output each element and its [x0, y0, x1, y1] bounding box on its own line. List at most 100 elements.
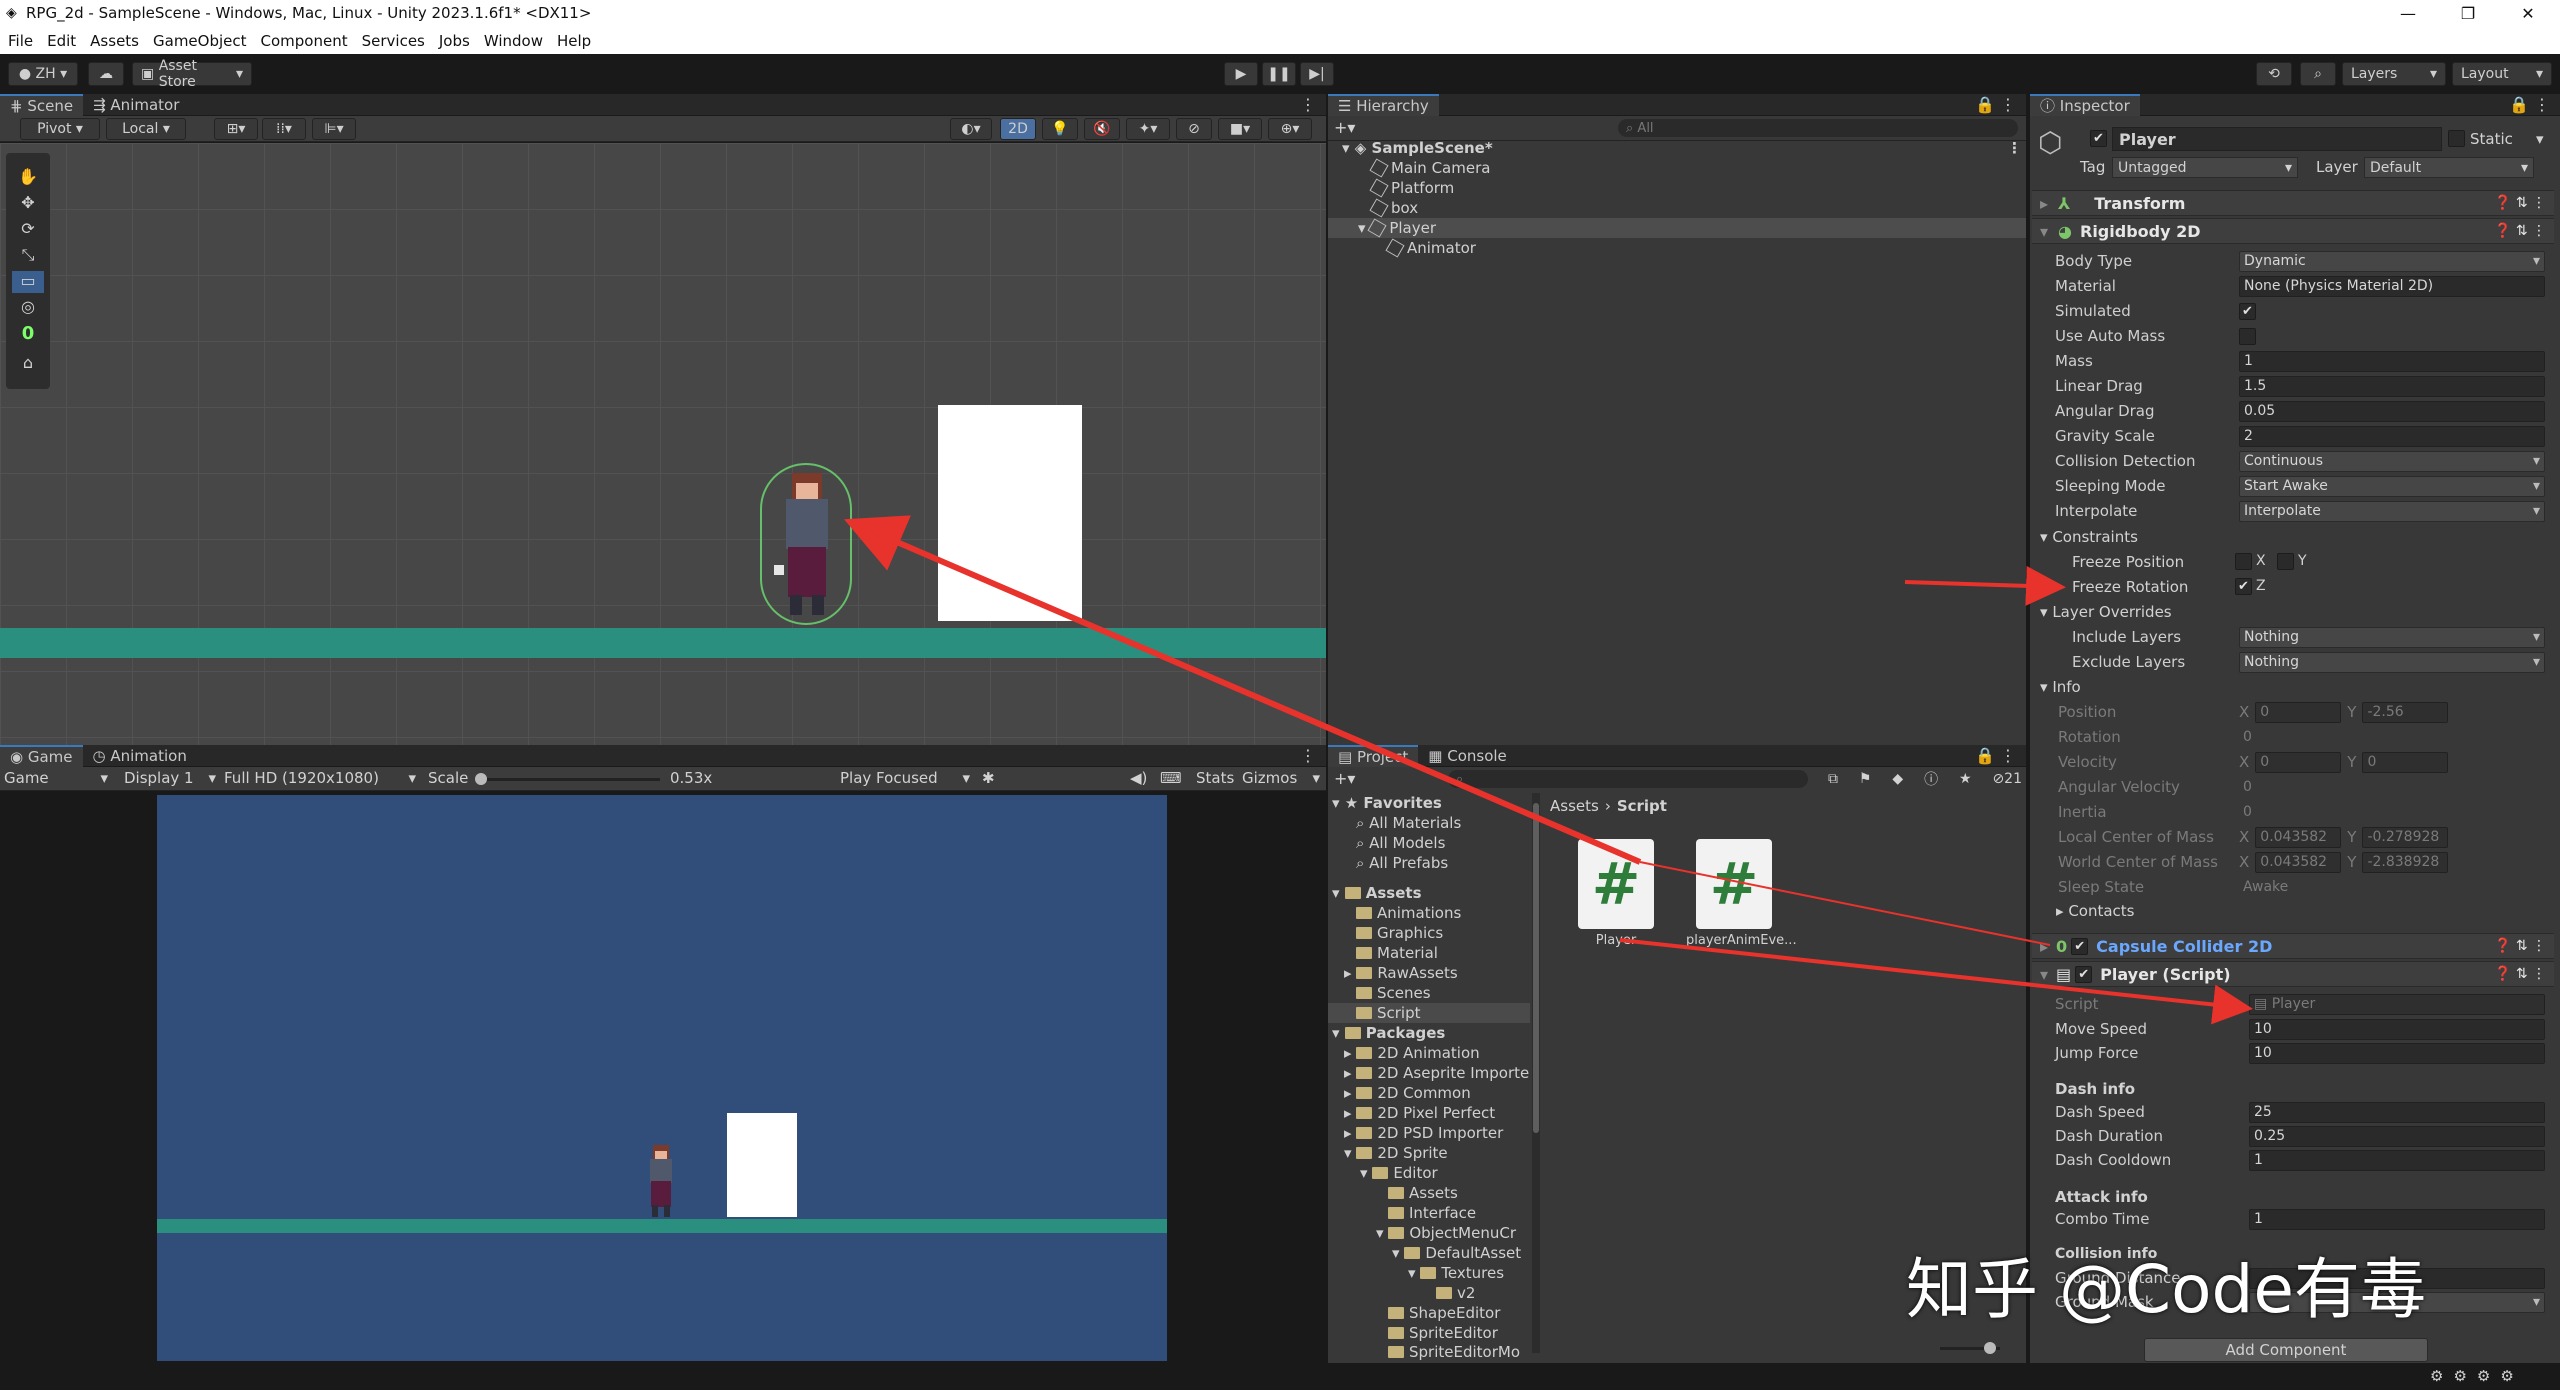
active-checkbox[interactable]: ✔	[2090, 130, 2107, 147]
game-mode-dropdown[interactable]: Game ▾	[4, 769, 108, 787]
folder-spriteeditor[interactable]: SpriteEditor	[1388, 1323, 1498, 1343]
camera-button[interactable]: ■▾	[1218, 118, 1262, 140]
tree-scrollbar[interactable]	[1532, 793, 1540, 1353]
filter-label-icon[interactable]: ⚑	[1859, 771, 1872, 787]
search-button[interactable]: ⌕	[2300, 62, 2336, 86]
hierarchy-search-input[interactable]: ⌕ All	[1618, 119, 2018, 137]
breadcrumb-assets[interactable]: Assets	[1550, 797, 1599, 815]
icon-size-slider[interactable]	[1940, 1342, 2000, 1354]
hand-tool-icon[interactable]: ✋	[12, 167, 44, 189]
menu-edit[interactable]: Edit	[47, 32, 76, 50]
toggle-2d-button[interactable]: 2D	[1000, 118, 1036, 140]
jump-force-field[interactable]: 10	[2249, 1042, 2545, 1064]
folder-shapeeditor[interactable]: ShapeEditor	[1388, 1303, 1500, 1323]
move-tool-icon[interactable]: ✥	[12, 193, 44, 215]
use-auto-mass-checkbox[interactable]	[2239, 327, 2256, 345]
chevron-down-icon[interactable]: ▾	[2536, 130, 2544, 148]
package-2d-psd-importer[interactable]: ▸ 2D PSD Importer	[1344, 1123, 1503, 1143]
tab-hierarchy[interactable]: ☰ Hierarchy	[1328, 93, 1439, 116]
folder-spriteeditormo[interactable]: SpriteEditorMo	[1388, 1343, 1520, 1361]
player-sprite[interactable]	[766, 469, 846, 619]
scene-root[interactable]: ▾ ◈ SampleScene* ⋮	[1342, 138, 2022, 158]
asset-player-script[interactable]: # Player	[1576, 839, 1656, 949]
play-button[interactable]: ▶	[1224, 62, 1258, 86]
align-button[interactable]: ⊫▾	[312, 118, 356, 140]
info-foldout[interactable]: ▾ Info	[2040, 678, 2081, 696]
menu-services[interactable]: Services	[362, 32, 425, 50]
component-menu-icons[interactable]: ❓ ⇅ ⋮	[2494, 223, 2546, 239]
play-focused-dropdown[interactable]: Play Focused ▾	[840, 769, 970, 787]
collision-detection-dropdown[interactable]: Continuous	[2239, 450, 2545, 472]
menu-help[interactable]: Help	[557, 32, 591, 50]
visibility-button[interactable]: ⊘	[1176, 118, 1212, 140]
mass-field[interactable]: 1	[2239, 350, 2545, 372]
capsule-collider-component-header[interactable]: ▸ 0 ✔ Capsule Collider 2D ❓ ⇅ ⋮	[2032, 933, 2554, 959]
menu-gameobject[interactable]: GameObject	[153, 32, 247, 50]
folder-rawassets[interactable]: ▸ RawAssets	[1344, 963, 1458, 983]
fav-all-materials[interactable]: ⌕ All Materials	[1356, 813, 1461, 833]
dash-speed-field[interactable]: 25	[2249, 1101, 2545, 1123]
asset-playeranimevents-script[interactable]: # playerAnimEve...	[1686, 839, 1797, 949]
gravity-scale-field[interactable]: 2	[2239, 425, 2545, 447]
box-sprite[interactable]	[938, 405, 1082, 621]
folder-scenes[interactable]: Scenes	[1356, 983, 1431, 1003]
component-menu-icons[interactable]: ❓ ⇅ ⋮	[2494, 966, 2546, 982]
folder-animations[interactable]: Animations	[1356, 903, 1461, 923]
history-button[interactable]: ⟲	[2256, 62, 2292, 86]
capsule-enabled-checkbox[interactable]: ✔	[2071, 937, 2089, 955]
tab-project[interactable]: ▤ Project	[1328, 744, 1419, 767]
simulated-checkbox[interactable]: ✔	[2239, 302, 2256, 320]
gizmos-dropdown[interactable]: Gizmos ▾	[1242, 769, 1320, 787]
combo-time-field[interactable]: 1	[2249, 1208, 2545, 1230]
audio-button[interactable]: 🔇	[1084, 118, 1120, 140]
linear-drag-field[interactable]: 1.5	[2239, 375, 2545, 397]
folder-graphics[interactable]: Graphics	[1356, 923, 1443, 943]
hierarchy-item-main-camera[interactable]: Main Camera	[1369, 158, 1490, 178]
bug-icon[interactable]: ✱	[982, 769, 995, 787]
packages-section[interactable]: ▾ Packages	[1332, 1023, 1445, 1043]
menu-jobs[interactable]: Jobs	[439, 32, 470, 50]
freeze-rotation-z-checkbox[interactable]: ✔	[2235, 578, 2252, 595]
folder-interface[interactable]: Interface	[1388, 1203, 1476, 1223]
tab-console[interactable]: ▦ Console	[1418, 745, 1517, 767]
hierarchy-item-platform[interactable]: Platform	[1369, 178, 1454, 198]
folder-script[interactable]: Script	[1328, 1003, 1530, 1023]
scale-slider-thumb[interactable]	[475, 773, 487, 785]
lighting-button[interactable]: 💡	[1042, 118, 1078, 140]
panel-menu-icon[interactable]: ⋮	[1300, 746, 1316, 765]
menu-window[interactable]: Window	[484, 32, 543, 50]
menu-component[interactable]: Component	[261, 32, 348, 50]
interpolate-dropdown[interactable]: Interpolate	[2239, 500, 2545, 522]
platform-sprite[interactable]	[0, 628, 1326, 658]
resolution-dropdown[interactable]: Full HD (1920x1080) ▾	[224, 769, 416, 787]
maximize-button[interactable]: ❐	[2442, 0, 2494, 28]
custom-tool-icon[interactable]: ⌂	[12, 353, 44, 375]
tab-inspector[interactable]: ⓘ Inspector	[2030, 93, 2140, 116]
tab-animator[interactable]: ⇶ Animator	[83, 94, 189, 116]
tab-scene[interactable]: ⋕ Scene	[0, 93, 84, 116]
shading-button[interactable]: ◐▾	[950, 118, 992, 140]
stats-button[interactable]: Stats	[1196, 769, 1234, 787]
mute-icon[interactable]: ◀)	[1130, 769, 1147, 787]
folder-editor-assets[interactable]: Assets	[1388, 1183, 1458, 1203]
keyboard-icon[interactable]: ⌨	[1160, 769, 1182, 787]
tag-dropdown[interactable]: Untagged ▾	[2112, 157, 2298, 178]
gizmos-button[interactable]: ⊕▾	[1268, 118, 1312, 140]
static-checkbox[interactable]	[2448, 130, 2465, 147]
exclude-layers-dropdown[interactable]: Nothing	[2239, 651, 2545, 673]
increment-snap-button[interactable]: ⁞⁞▾	[262, 118, 306, 140]
scale-tool-icon[interactable]: ⤡	[12, 245, 44, 267]
material-field[interactable]: None (Physics Material 2D)	[2239, 275, 2545, 297]
tab-animation[interactable]: ◷ Animation	[83, 745, 197, 767]
effects-button[interactable]: ✦▾	[1126, 118, 1170, 140]
angular-drag-field[interactable]: 0.05	[2239, 400, 2545, 422]
menu-assets[interactable]: Assets	[90, 32, 139, 50]
hierarchy-item-animator[interactable]: Animator	[1385, 238, 1476, 258]
object-name-field[interactable]: Player	[2112, 127, 2442, 151]
lock-icon[interactable]: 🔒 ⋮	[2509, 95, 2550, 114]
status-icons[interactable]: ⚙⚙⚙⚙	[2430, 1367, 2524, 1385]
scene-view[interactable]: ✋ ✥ ⟳ ⤡ ▭ ◎ 0 ⌂	[0, 143, 1326, 745]
scale-slider[interactable]	[475, 773, 660, 785]
rect-tool-icon[interactable]: ▭	[12, 271, 44, 293]
hierarchy-item-box[interactable]: box	[1369, 198, 1418, 218]
